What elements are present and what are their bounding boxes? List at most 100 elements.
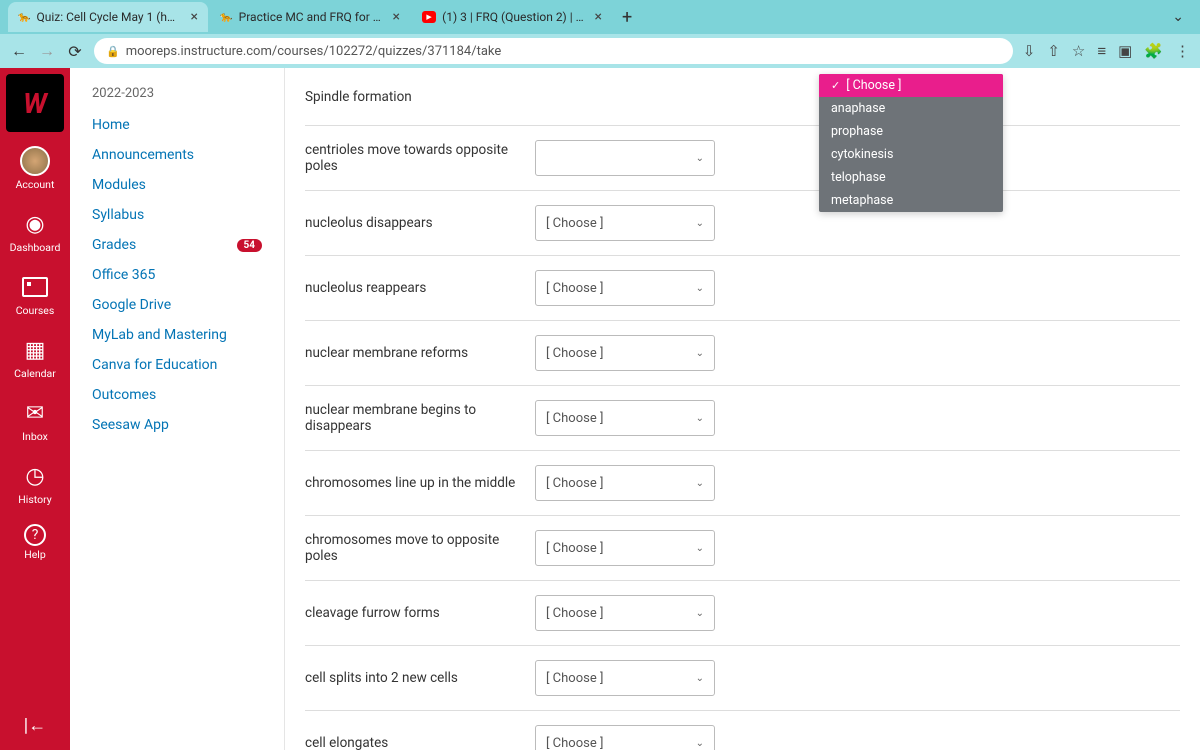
star-icon[interactable]: ☆: [1072, 42, 1085, 60]
quiz-prompt: nucleolus disappears: [305, 215, 535, 231]
lock-icon: 🔒: [106, 45, 120, 58]
quiz-row: centrioles move towards opposite poles⌄: [305, 126, 1180, 191]
chevron-down-icon: ⌄: [696, 608, 704, 619]
dropdown-option-metaphase[interactable]: metaphase: [819, 189, 1003, 212]
quiz-select[interactable]: [ Choose ]⌄: [535, 725, 715, 750]
nav-label: Courses: [16, 304, 55, 317]
quiz-select[interactable]: [ Choose ]⌄: [535, 530, 715, 566]
nav-courses[interactable]: Courses: [0, 268, 70, 321]
select-value: [ Choose ]: [546, 346, 603, 361]
dropdown-option-telophase[interactable]: telophase: [819, 166, 1003, 189]
school-logo[interactable]: W: [6, 74, 64, 132]
quiz-prompt: nuclear membrane reforms: [305, 345, 535, 361]
quiz-row: nuclear membrane reforms[ Choose ]⌄: [305, 321, 1180, 386]
course-link-seesaw[interactable]: Seesaw App: [92, 417, 262, 433]
download-icon[interactable]: ⇩: [1023, 42, 1036, 60]
browser-tab-0[interactable]: 🐆 Quiz: Cell Cycle May 1 (homew ×: [8, 2, 208, 32]
course-link-googledrive[interactable]: Google Drive: [92, 297, 262, 313]
tab-title: (1) 3 | FRQ (Question 2) | Pract: [442, 10, 584, 24]
quiz-select[interactable]: [ Choose ]⌄: [535, 205, 715, 241]
option-label: [ Choose ]: [846, 78, 901, 93]
reload-button[interactable]: ⟳: [66, 42, 84, 61]
nav-label: Account: [16, 178, 55, 191]
quiz-select[interactable]: [ Choose ] ⌄: [535, 595, 715, 631]
course-link-office365[interactable]: Office 365: [92, 267, 262, 283]
close-icon[interactable]: ×: [393, 9, 400, 25]
close-icon[interactable]: ×: [191, 9, 198, 25]
avatar-icon: [20, 146, 50, 176]
course-link-home[interactable]: Home: [92, 117, 262, 133]
forward-button[interactable]: →: [38, 41, 56, 61]
quiz-prompt: nuclear membrane begins to disappears: [305, 402, 535, 434]
chevron-down-icon: ⌄: [696, 478, 704, 489]
quiz-select[interactable]: [ Choose ]⌄: [535, 400, 715, 436]
menu-icon[interactable]: ⋮: [1175, 42, 1190, 60]
check-icon: ✓: [831, 79, 840, 92]
select-value: [ Choose ]: [546, 281, 603, 296]
nav-calendar[interactable]: ▦ Calendar: [0, 331, 70, 384]
nav-dashboard[interactable]: ◉ Dashboard: [0, 205, 70, 258]
dropdown-option-prophase[interactable]: prophase: [819, 120, 1003, 143]
quiz-prompt: nucleolus reappears: [305, 280, 535, 296]
quiz-prompt: Spindle formation: [305, 89, 535, 105]
course-term: 2022-2023: [92, 86, 262, 101]
course-link-announcements[interactable]: Announcements: [92, 147, 262, 163]
youtube-icon: ▶: [422, 11, 436, 23]
dashboard-icon: ◉: [20, 209, 50, 239]
calendar-icon: ▦: [20, 335, 50, 365]
course-link-syllabus[interactable]: Syllabus: [92, 207, 262, 223]
nav-inbox[interactable]: ✉ Inbox: [0, 394, 70, 447]
select-value: [ Choose ]: [546, 476, 603, 491]
browser-tab-2[interactable]: ▶ (1) 3 | FRQ (Question 2) | Pract ×: [412, 2, 612, 32]
course-nav: 2022-2023 Home Announcements Modules Syl…: [70, 68, 285, 750]
dropdown-option-choose[interactable]: ✓ [ Choose ]: [819, 74, 1003, 97]
quiz-select[interactable]: [ Choose ] ⌄: [535, 465, 715, 501]
select-value: [ Choose ]: [546, 411, 603, 426]
nav-history[interactable]: ◷ History: [0, 457, 70, 510]
quiz-select[interactable]: [ Choose ]⌄: [535, 270, 715, 306]
course-link-modules[interactable]: Modules: [92, 177, 262, 193]
dropdown-option-anaphase[interactable]: anaphase: [819, 97, 1003, 120]
quiz-select[interactable]: [ Choose ]⌄: [535, 660, 715, 696]
collapse-nav-button[interactable]: |←: [24, 715, 46, 736]
close-icon[interactable]: ×: [595, 9, 602, 25]
quiz-row: nucleolus disappears[ Choose ]⌄: [305, 191, 1180, 256]
dropdown-menu: ✓ [ Choose ] anaphase prophase cytokines…: [819, 74, 1003, 212]
nav-help[interactable]: ? Help: [0, 520, 70, 565]
chevron-down-icon: ⌄: [696, 218, 704, 229]
tab-favicon: 🐆: [18, 10, 30, 24]
back-button[interactable]: ←: [10, 41, 28, 61]
quiz-select[interactable]: ⌄: [535, 140, 715, 176]
chevron-down-icon[interactable]: ⌄: [1172, 9, 1184, 25]
course-link-mylab[interactable]: MyLab and Mastering: [92, 327, 262, 343]
new-tab-button[interactable]: +: [614, 7, 640, 28]
course-link-canva[interactable]: Canva for Education: [92, 357, 262, 373]
app-body: W Account ◉ Dashboard Courses ▦ Calendar…: [0, 68, 1200, 750]
grades-label: Grades: [92, 237, 136, 253]
quiz-select[interactable]: [ Choose ]⌄: [535, 335, 715, 371]
nav-account[interactable]: Account: [0, 142, 70, 195]
nav-label: Help: [24, 548, 46, 561]
courses-icon: [20, 272, 50, 302]
help-icon: ?: [24, 524, 46, 546]
select-value: [ Choose ]: [546, 606, 603, 621]
course-link-grades[interactable]: Grades 54: [92, 237, 262, 253]
chevron-down-icon: ⌄: [696, 673, 704, 684]
quiz-prompt: cell elongates: [305, 735, 535, 750]
extensions-icon[interactable]: 🧩: [1144, 42, 1163, 60]
quiz-row: chromosomes line up in the middle[ Choos…: [305, 451, 1180, 516]
inbox-icon: ✉: [20, 398, 50, 428]
share-icon[interactable]: ⇧: [1047, 42, 1060, 60]
url-text: mooreps.instructure.com/courses/102272/q…: [126, 44, 502, 59]
quiz-prompt: chromosomes move to opposite poles: [305, 532, 535, 564]
reading-list-icon[interactable]: ≡: [1097, 42, 1106, 60]
side-panel-icon[interactable]: ▣: [1118, 42, 1132, 60]
quiz-prompt: centrioles move towards opposite poles: [305, 142, 535, 174]
course-link-outcomes[interactable]: Outcomes: [92, 387, 262, 403]
dropdown-option-cytokinesis[interactable]: cytokinesis: [819, 143, 1003, 166]
quiz-prompt: chromosomes line up in the middle: [305, 475, 535, 491]
quiz-content: Spindle formation centrioles move towards…: [285, 68, 1200, 750]
nav-label: Inbox: [22, 430, 48, 443]
url-input[interactable]: 🔒 mooreps.instructure.com/courses/102272…: [94, 38, 1013, 64]
browser-tab-1[interactable]: 🐆 Practice MC and FRQ for 4/24 ×: [210, 2, 410, 32]
